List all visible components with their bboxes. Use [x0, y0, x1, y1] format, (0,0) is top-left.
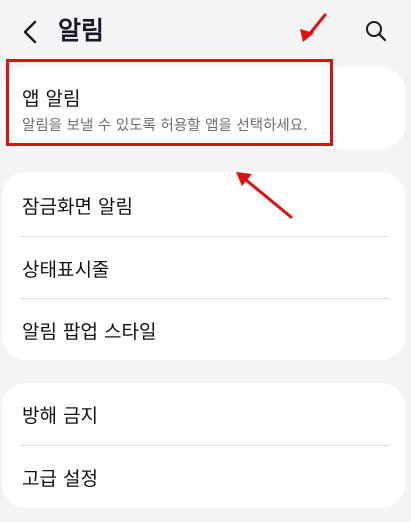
lockscreen-notifications-label: 잠금화면 알림	[22, 196, 133, 218]
search-icon	[366, 21, 387, 42]
advanced-settings-item[interactable]: 고급 설정	[2, 446, 405, 508]
status-bar-item[interactable]: 상태표시줄	[2, 237, 405, 298]
popup-style-label: 알림 팝업 스타일	[22, 321, 157, 343]
back-button[interactable]	[16, 16, 44, 48]
popup-style-item[interactable]: 알림 팝업 스타일	[2, 299, 405, 360]
do-not-disturb-label: 방해 금지	[22, 405, 98, 427]
app-notifications-item[interactable]: 앱 알림 알림을 보낼 수 있도록 허용할 앱을 선택하세요.	[2, 67, 405, 149]
do-not-disturb-item[interactable]: 방해 금지	[2, 383, 405, 445]
chevron-left-icon	[23, 20, 37, 44]
more-settings-card: 방해 금지 고급 설정	[2, 383, 405, 508]
app-notifications-card: 앱 알림 알림을 보낼 수 있도록 허용할 앱을 선택하세요.	[2, 67, 405, 149]
search-button[interactable]	[361, 16, 391, 46]
top-app-bar: 알림	[0, 0, 411, 62]
status-bar-label: 상태표시줄	[22, 259, 110, 281]
notification-settings-card: 잠금화면 알림 상태표시줄 알림 팝업 스타일	[2, 172, 405, 360]
app-notifications-description: 알림을 보낼 수 있도록 허용할 앱을 선택하세요.	[22, 118, 308, 134]
lockscreen-notifications-item[interactable]: 잠금화면 알림	[2, 172, 405, 236]
advanced-settings-label: 고급 설정	[22, 468, 98, 490]
page-title: 알림	[58, 16, 105, 45]
app-notifications-label: 앱 알림	[22, 88, 81, 110]
